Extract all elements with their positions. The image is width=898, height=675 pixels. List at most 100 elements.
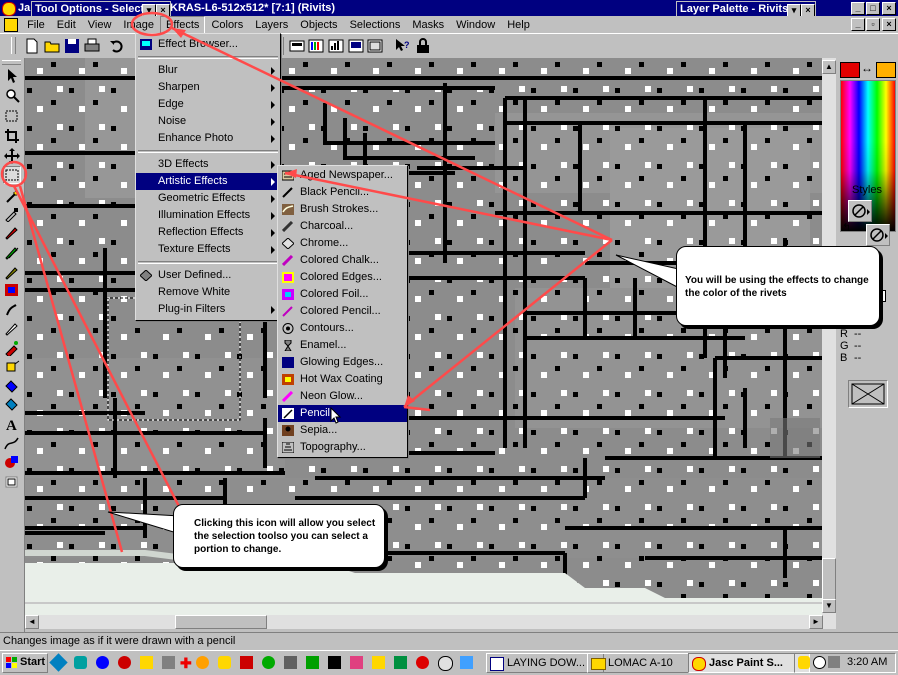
menu-item-artistic-effects[interactable]: Artistic Effects [136, 173, 280, 190]
background-color-swatch[interactable] [876, 62, 896, 78]
quick-launch-icon-19[interactable] [438, 656, 453, 671]
color-bars-icon[interactable] [328, 38, 344, 54]
lock-icon[interactable] [415, 38, 431, 54]
deform-tool-icon[interactable] [3, 108, 21, 124]
save-icon[interactable] [64, 38, 80, 54]
clone-brush-tool-icon[interactable] [3, 244, 21, 260]
tray-hand-icon[interactable] [798, 656, 810, 669]
menu-item-chrome[interactable]: Chrome... [278, 235, 407, 252]
menu-window[interactable]: Window [450, 17, 501, 33]
scroll-left-button[interactable]: ◄ [25, 615, 39, 629]
zoom-tool-icon[interactable] [3, 88, 21, 104]
quick-launch-icon-20[interactable] [460, 656, 473, 669]
text-tool-icon[interactable]: A [3, 416, 21, 432]
menu-layers[interactable]: Layers [249, 17, 294, 33]
quick-launch-icon-16[interactable] [372, 656, 385, 669]
vertical-scrollbar[interactable]: ▲ ▼ [822, 58, 836, 615]
doc-close-button[interactable]: × [882, 18, 896, 31]
color-replacer-tool-icon[interactable] [3, 264, 21, 280]
quick-launch-icon-4[interactable] [118, 656, 131, 669]
quick-launch-icon-11[interactable] [262, 656, 275, 669]
crop-tool-icon[interactable] [3, 128, 21, 144]
menu-item-black-pencil[interactable]: Black Pencil... [278, 184, 407, 201]
menu-item-geometric-effects[interactable]: Geometric Effects [136, 190, 280, 207]
menu-item-neon-glow[interactable]: Neon Glow... [278, 388, 407, 405]
arrow-tool-icon[interactable] [3, 68, 21, 84]
start-button[interactable]: Start [2, 653, 48, 673]
new-file-icon[interactable] [25, 38, 39, 54]
airbrush-tool-icon[interactable] [3, 358, 21, 374]
eraser-tool-icon[interactable] [3, 320, 21, 336]
help-pointer-icon[interactable]: ? [394, 38, 410, 54]
menu-item-sharpen[interactable]: Sharpen [136, 79, 280, 96]
scroll-up-button[interactable]: ▲ [822, 60, 836, 74]
menu-item-illumination-effects[interactable]: Illumination Effects [136, 207, 280, 224]
menu-item-texture-effects[interactable]: Texture Effects [136, 241, 280, 258]
preset-shapes-tool-icon[interactable] [3, 454, 21, 470]
menu-item-pencil[interactable]: Pencil... [278, 405, 407, 424]
quick-launch-icon-2[interactable] [74, 656, 87, 669]
swap-colors-icon[interactable]: ↔ [861, 61, 873, 75]
magic-wand-tool-icon[interactable] [3, 188, 21, 204]
scroll-right-button[interactable]: ► [809, 615, 823, 629]
doc-restore-button[interactable]: ▫ [866, 18, 880, 31]
minimize-button[interactable]: _ [851, 2, 865, 15]
menu-item-glowing-edges[interactable]: Glowing Edges... [278, 354, 407, 371]
picture-tube-tool-icon[interactable] [3, 340, 21, 356]
menu-item-brush-strokes[interactable]: Brush Strokes... [278, 201, 407, 218]
menu-file[interactable]: File [21, 17, 51, 33]
quick-launch-icon-9[interactable] [218, 656, 231, 669]
open-folder-icon[interactable] [44, 38, 60, 54]
menu-help[interactable]: Help [501, 17, 536, 33]
histogram-icon[interactable] [308, 38, 324, 54]
menu-effects[interactable]: Effects [160, 16, 206, 34]
menu-item-colored-foil[interactable]: Colored Foil... [278, 286, 407, 303]
selection-tool-button[interactable] [3, 166, 21, 184]
menu-item-remove-white[interactable]: Remove White [136, 284, 280, 301]
quick-launch-icon-5[interactable] [140, 656, 153, 669]
flood-fill-tool-icon[interactable] [3, 378, 21, 394]
quick-launch-icon-8[interactable] [196, 656, 209, 669]
maximize-button[interactable]: □ [866, 2, 880, 15]
quick-launch-icon-10[interactable] [240, 656, 253, 669]
quick-launch-icon-7[interactable]: ✚ [180, 655, 192, 672]
fullscreen-icon[interactable] [367, 38, 383, 54]
quick-launch-icon-17[interactable] [394, 656, 407, 669]
menu-view[interactable]: View [82, 17, 118, 33]
menu-item-contours[interactable]: Contours... [278, 320, 407, 337]
flood-fill-alt-tool-icon[interactable] [3, 396, 21, 412]
dropper-tool-icon[interactable] [3, 206, 21, 222]
menu-item-aged-newspaper[interactable]: Aged Newspaper... [278, 167, 407, 184]
quick-launch-icon-14[interactable] [328, 656, 341, 669]
undo-icon[interactable] [109, 38, 125, 54]
quick-launch-icon-15[interactable] [350, 656, 363, 669]
quick-launch-icon-12[interactable] [284, 656, 297, 669]
swap-styles-icon[interactable]: ↰ [842, 221, 851, 234]
menu-item-edge[interactable]: Edge [136, 96, 280, 113]
task-jasc-paint-shop[interactable]: Jasc Paint S... [688, 653, 810, 673]
tray-network-icon[interactable] [828, 656, 840, 668]
menu-objects[interactable]: Objects [294, 17, 343, 33]
hscroll-thumb[interactable] [175, 615, 267, 629]
quick-launch-icon-1[interactable] [49, 653, 68, 672]
scroll-thumb[interactable] [822, 558, 836, 600]
quick-launch-icon-6[interactable] [162, 656, 175, 669]
menu-colors[interactable]: Colors [205, 17, 249, 33]
doc-minimize-button[interactable]: _ [851, 18, 865, 31]
quick-launch-icon-13[interactable] [306, 656, 319, 669]
mover-tool-icon[interactable] [3, 148, 21, 164]
scroll-down-button[interactable]: ▼ [822, 599, 836, 613]
style-swatch-button-2[interactable] [866, 224, 890, 246]
menu-item-user-defined[interactable]: User Defined... [136, 267, 280, 284]
toolbar-palette-icon[interactable] [289, 38, 305, 54]
menu-item-hot-wax-coating[interactable]: Hot Wax Coating [278, 371, 407, 388]
draw-tool-icon[interactable] [3, 436, 21, 452]
retouch-tool-icon[interactable] [3, 282, 21, 298]
menu-item-3d-effects[interactable]: 3D Effects [136, 156, 280, 173]
menu-item-colored-edges[interactable]: Colored Edges... [278, 269, 407, 286]
print-icon[interactable] [84, 38, 100, 54]
menu-item-effect-browser[interactable]: Effect Browser... [136, 36, 280, 53]
menu-selections[interactable]: Selections [344, 17, 407, 33]
menu-item-colored-chalk[interactable]: Colored Chalk... [278, 252, 407, 269]
horizontal-scrollbar[interactable]: ◄ ► [25, 615, 836, 629]
